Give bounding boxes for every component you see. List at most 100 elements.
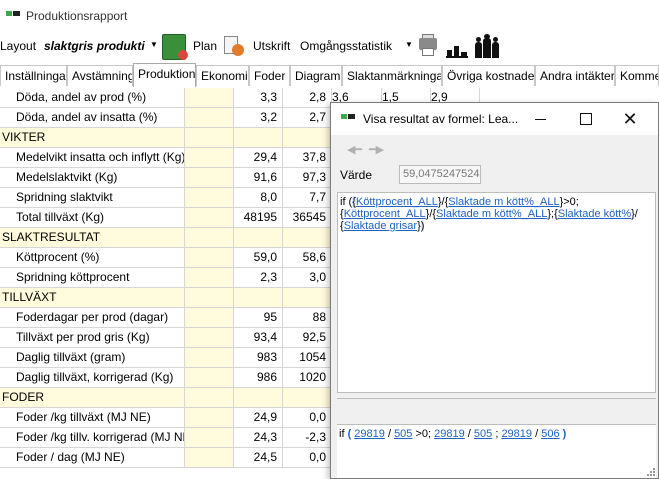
cell xyxy=(185,348,234,368)
window-title: Produktionsrapport xyxy=(26,9,128,23)
tab-bar: Inställningar Avstämning Produktion Ekon… xyxy=(0,63,659,87)
tab-slaktanmarkningar[interactable]: Slaktanmärkningar xyxy=(342,65,442,86)
row-label: Medelvikt insatta och inflytt (Kg) xyxy=(0,148,185,168)
result-number[interactable]: 29819 xyxy=(354,428,385,440)
row-label: Döda, andel av prod (%) xyxy=(0,88,185,108)
print-label[interactable]: Utskrift xyxy=(253,39,290,53)
row-label: Foder /kg tillväxt (MJ NE) xyxy=(0,408,185,428)
cell-value: 97,3 xyxy=(283,168,332,188)
tab-ekonomi[interactable]: Ekonomi xyxy=(196,65,249,86)
row-label: Daglig tillväxt (gram) xyxy=(0,348,185,368)
result-number[interactable]: 505 xyxy=(474,428,492,440)
cell-value xyxy=(283,388,332,408)
stats-dropdown-arrow-icon[interactable]: ▼ xyxy=(405,40,413,49)
forward-arrow-icon[interactable]: ━▶ xyxy=(369,143,384,156)
row-label: Tillväxt per prod gris (Kg) xyxy=(0,328,185,348)
dialog-title-bar[interactable]: Visa resultat av formel: Lea... ✕ xyxy=(331,103,658,135)
maximize-icon[interactable] xyxy=(575,109,597,129)
cell xyxy=(185,208,234,228)
result-number[interactable]: 506 xyxy=(541,428,559,440)
stats-dropdown[interactable]: Omgångsstatistik xyxy=(300,39,392,53)
result-number[interactable]: 29819 xyxy=(501,428,532,440)
cell-value: 58,6 xyxy=(283,248,332,268)
cell-value: 88 xyxy=(283,308,332,328)
cell-value: 1054 xyxy=(283,348,332,368)
cell xyxy=(185,188,234,208)
tab-diagram[interactable]: Diagram xyxy=(290,65,342,86)
tab-produktion[interactable]: Produktion xyxy=(133,63,196,87)
cell-value xyxy=(234,228,283,248)
layout-dropdown[interactable]: slaktgris produkti xyxy=(44,39,145,53)
close-icon[interactable]: ✕ xyxy=(619,109,641,129)
tab-foder[interactable]: Foder xyxy=(249,65,290,86)
result-number[interactable]: 505 xyxy=(394,428,412,440)
row-label: SLAKTRESULTAT xyxy=(0,228,185,248)
formula-link[interactable]: Slaktade kött% xyxy=(558,208,631,220)
dialog-app-icon xyxy=(341,114,355,119)
cell xyxy=(185,148,234,168)
title-bar: Produktionsrapport xyxy=(0,0,659,31)
cell-value xyxy=(283,288,332,308)
layout-dropdown-arrow-icon[interactable]: ▼ xyxy=(150,40,158,49)
formula-editor[interactable]: if ({Köttprocent_ALL}/{Slaktade m kött%_… xyxy=(337,192,656,393)
formula-link[interactable]: Slaktade m kött%_ALL xyxy=(448,196,559,208)
cell xyxy=(185,328,234,348)
value-field[interactable]: 59,0475247524 xyxy=(399,165,481,184)
tab-avstamning[interactable]: Avstämning xyxy=(67,65,133,86)
cell xyxy=(185,388,234,408)
row-label: Döda, andel av insatta (%) xyxy=(0,108,185,128)
cell-value: 91,6 xyxy=(234,168,283,188)
resize-grip-icon[interactable] xyxy=(646,466,656,476)
result-if: if xyxy=(339,428,345,440)
row-label: VIKTER xyxy=(0,128,185,148)
cell-value: 92,5 xyxy=(283,328,332,348)
formula-link[interactable]: Köttprocent_ALL xyxy=(356,196,438,208)
printer-icon[interactable] xyxy=(417,34,439,60)
formula-link[interactable]: Köttprocent_ALL xyxy=(344,208,426,220)
tab-andra-intakter[interactable]: Andra intäkter xyxy=(535,65,615,86)
cell-value xyxy=(234,288,283,308)
cell xyxy=(185,128,234,148)
cell-value: 59,0 xyxy=(234,248,283,268)
cell-value: 3,0 xyxy=(283,268,332,288)
tab-ovriga-kostnader[interactable]: Övriga kostnader xyxy=(442,65,535,86)
tab-installningar[interactable]: Inställningar xyxy=(0,65,67,86)
plan-icon[interactable] xyxy=(222,34,248,60)
back-arrow-icon[interactable]: ◀━ xyxy=(347,143,362,156)
cell xyxy=(185,248,234,268)
cell-value xyxy=(234,388,283,408)
cell-value: 37,8 xyxy=(283,148,332,168)
cell-value: 3,3 xyxy=(234,88,283,108)
cell xyxy=(185,268,234,288)
splitter[interactable] xyxy=(337,398,656,399)
cell-value: 24,9 xyxy=(234,408,283,428)
cell-value: 8,0 xyxy=(234,188,283,208)
plan-label[interactable]: Plan xyxy=(193,39,217,53)
tab-kommentarer[interactable]: Kommen xyxy=(615,65,659,86)
formula-link[interactable]: Slaktade grisar xyxy=(344,220,417,232)
formula-link[interactable]: Slaktade m kött%_ALL xyxy=(436,208,547,220)
minimize-icon[interactable] xyxy=(530,109,552,129)
cell xyxy=(185,228,234,248)
cell-value xyxy=(283,128,332,148)
row-label: Spridning köttprocent xyxy=(0,268,185,288)
calculator-icon[interactable] xyxy=(162,34,188,60)
bar-chart-icon[interactable] xyxy=(445,34,471,60)
cell-value: 95 xyxy=(234,308,283,328)
value-label: Värde xyxy=(340,168,373,182)
row-label: Foderdagar per prod (dagar) xyxy=(0,308,185,328)
dialog-title: Visa resultat av formel: Lea... xyxy=(363,112,519,126)
app-icon xyxy=(6,11,20,16)
row-label: Total tillväxt (Kg) xyxy=(0,208,185,228)
cell-value: 986 xyxy=(234,368,283,388)
cell xyxy=(185,308,234,328)
cell-value: 36545 xyxy=(283,208,332,228)
cell-value: 24,5 xyxy=(234,448,283,468)
cell-value xyxy=(283,228,332,248)
cell xyxy=(185,368,234,388)
people-icon[interactable] xyxy=(474,34,500,60)
result-number[interactable]: 29819 xyxy=(434,428,465,440)
cell-value: 3,2 xyxy=(234,108,283,128)
cell-value xyxy=(234,128,283,148)
cell-value: 2,3 xyxy=(234,268,283,288)
